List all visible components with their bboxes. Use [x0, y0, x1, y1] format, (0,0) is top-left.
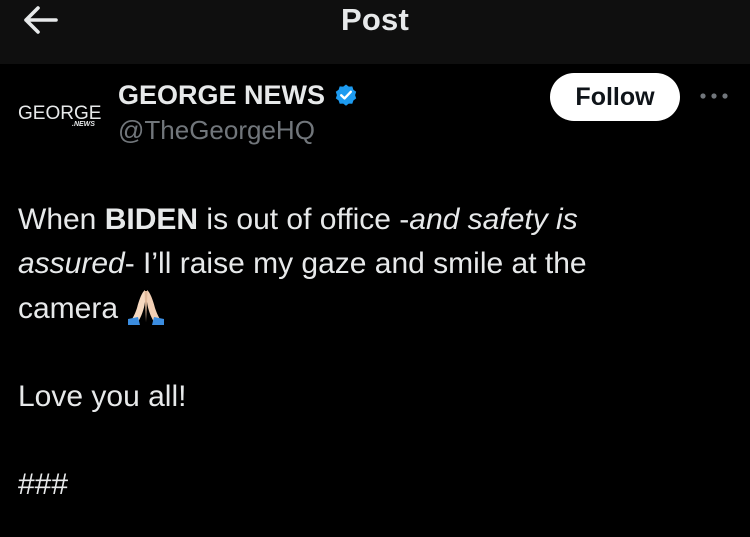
- post-paragraph-3: ###: [18, 468, 69, 501]
- page-title: Post: [341, 2, 409, 37]
- top-bar: Post: [0, 0, 750, 64]
- post-text-segment: - I’ll raise my gaze and smile at the: [124, 247, 587, 280]
- post-text-bold: BIDEN: [104, 203, 199, 236]
- post-paragraph-2: Love you all!: [18, 380, 187, 413]
- author-name-text: GEORGE NEWS: [118, 80, 326, 110]
- post-paragraph-1: When BIDEN is out of office -and safety …: [18, 198, 718, 331]
- post-text-italic: assured: [18, 247, 125, 280]
- more-icon[interactable]: [698, 88, 730, 104]
- post-text-segment: camera: [18, 292, 119, 325]
- avatar-logo-subtext: .NEWS: [72, 121, 95, 128]
- avatar[interactable]: GEORGE .NEWS: [14, 92, 106, 136]
- post-text: When BIDEN is out of office -and safety …: [18, 198, 718, 507]
- verified-badge-icon: [335, 84, 357, 106]
- post-text-italic: and safety is: [409, 203, 578, 236]
- author-name[interactable]: GEORGE NEWS: [118, 80, 359, 111]
- follow-button[interactable]: Follow: [550, 73, 680, 121]
- author-handle[interactable]: @TheGeorgeHQ: [118, 115, 315, 146]
- folded-hands-icon: [128, 290, 165, 325]
- post-text-segment: When: [18, 203, 105, 236]
- post-text-segment: is out of office -: [198, 203, 410, 236]
